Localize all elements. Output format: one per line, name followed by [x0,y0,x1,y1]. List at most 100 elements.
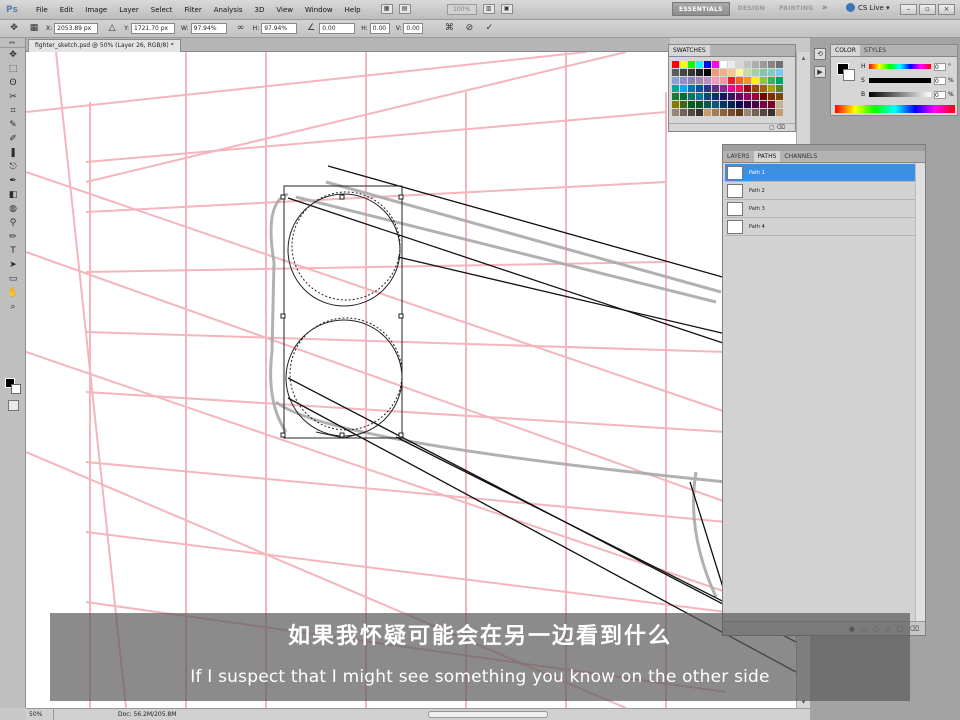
swatch-39[interactable] [752,77,759,84]
path-selection-tool-icon[interactable]: ➤ [3,259,23,272]
swatch-21[interactable] [720,69,727,76]
hue-value[interactable]: 0 [934,62,946,71]
menu-help[interactable]: Help [339,6,367,14]
swatch-83[interactable] [768,101,775,108]
menu-file[interactable]: File [30,6,54,14]
hue-slider[interactable]: H 0 ° [861,62,955,71]
swatch-59[interactable] [688,93,695,100]
swatch-51[interactable] [736,85,743,92]
document-canvas[interactable] [26,52,796,708]
swatch-17[interactable] [688,69,695,76]
swatch-62[interactable] [712,93,719,100]
swatch-54[interactable] [760,85,767,92]
menu-image[interactable]: Image [79,6,113,14]
swatch-88[interactable] [696,109,703,116]
swatch-95[interactable] [752,109,759,116]
swatch-45[interactable] [688,85,695,92]
path-item-4[interactable]: Path 4 [725,218,915,236]
zoom-level-dropdown[interactable]: 100% [446,4,477,15]
swatch-79[interactable] [736,101,743,108]
pen-tool-icon[interactable]: ✏ [3,231,23,244]
brush-tool-icon[interactable]: ❚ [3,147,23,160]
arrange-documents-icon[interactable]: ▥ [482,4,495,14]
brightness-bar[interactable] [869,92,931,97]
swatch-92[interactable] [728,109,735,116]
swatch-10[interactable] [744,61,751,68]
swatch-8[interactable] [728,61,735,68]
warp-mode-icon[interactable]: ⌘ [443,23,455,34]
gradient-tool-icon[interactable]: ◍ [3,203,23,216]
swatch-4[interactable] [696,61,703,68]
eyedropper-tool-icon[interactable]: ✎ [3,119,23,132]
swatch-40[interactable] [760,77,767,84]
launch-mini-bridge-icon[interactable]: ▤ [398,4,411,14]
swatch-76[interactable] [712,101,719,108]
swatch-28[interactable] [776,69,783,76]
swatch-11[interactable] [752,61,759,68]
swatches-panel-footer[interactable]: ▢ ⌫ [669,123,795,131]
swatch-31[interactable] [688,77,695,84]
menu-filter[interactable]: Filter [178,6,207,14]
swatch-15[interactable] [672,69,679,76]
swatch-63[interactable] [720,93,727,100]
minimize-button[interactable]: – [900,4,917,15]
swatch-56[interactable] [776,85,783,92]
saturation-value[interactable]: 0 [934,76,946,85]
commit-transform-icon[interactable]: ✓ [483,23,495,34]
close-button[interactable]: × [938,4,955,15]
swatch-89[interactable] [704,109,711,116]
tool-preset-icon[interactable]: ✥ [8,23,20,34]
status-zoom[interactable]: 50% [26,709,54,720]
crop-tool-icon[interactable]: ⌗ [3,105,23,118]
swatch-70[interactable] [776,93,783,100]
swatch-68[interactable] [760,93,767,100]
move-tool-icon[interactable]: ✥ [3,49,23,62]
swatch-60[interactable] [696,93,703,100]
swatch-23[interactable] [736,69,743,76]
swatch-47[interactable] [704,85,711,92]
swatch-20[interactable] [712,69,719,76]
swatch-85[interactable] [672,109,679,116]
history-brush-tool-icon[interactable]: ✒ [3,175,23,188]
swatch-34[interactable] [712,77,719,84]
cancel-transform-icon[interactable]: ⊘ [463,23,475,34]
swatch-30[interactable] [680,77,687,84]
swatch-93[interactable] [736,109,743,116]
swatch-71[interactable] [672,101,679,108]
swatch-36[interactable] [728,77,735,84]
swatch-44[interactable] [680,85,687,92]
saturation-slider[interactable]: S 0 % [861,76,955,85]
tab-channels[interactable]: CHANNELS [780,151,821,162]
color-spectrum-ramp[interactable] [835,105,955,113]
swatch-48[interactable] [712,85,719,92]
history-panel-icon[interactable]: ⟲ [814,48,826,60]
path-item-2[interactable]: Path 2 [725,182,915,200]
swatch-61[interactable] [704,93,711,100]
swatch-50[interactable] [728,85,735,92]
height-field[interactable]: 97.94% [261,23,298,34]
lasso-tool-icon[interactable]: ʘ [3,77,23,90]
y-field[interactable]: 1721.70 px [131,23,176,34]
tools-collapse-icon[interactable]: ▸▸ [0,38,25,48]
swatch-82[interactable] [760,101,767,108]
screen-mode-icon[interactable]: ▣ [500,4,513,14]
swatch-43[interactable] [672,85,679,92]
workspace-painting[interactable]: PAINTING [773,2,819,16]
path-item-3[interactable]: Path 3 [725,200,915,218]
healing-brush-tool-icon[interactable]: ✐ [3,133,23,146]
shape-tool-icon[interactable]: ▭ [3,273,23,286]
swatch-42[interactable] [776,77,783,84]
menu-edit[interactable]: Edit [54,6,80,14]
workspace-design[interactable]: DESIGN [732,2,771,16]
saturation-bar[interactable] [869,78,931,83]
swatch-3[interactable] [688,61,695,68]
swatch-74[interactable] [696,101,703,108]
swatch-22[interactable] [728,69,735,76]
swatch-7[interactable] [720,61,727,68]
swatch-16[interactable] [680,69,687,76]
swatch-25[interactable] [752,69,759,76]
quick-selection-tool-icon[interactable]: ✂ [3,91,23,104]
menu-analysis[interactable]: Analysis [208,6,249,14]
swatch-75[interactable] [704,101,711,108]
dodge-tool-icon[interactable]: ⚲ [3,217,23,230]
